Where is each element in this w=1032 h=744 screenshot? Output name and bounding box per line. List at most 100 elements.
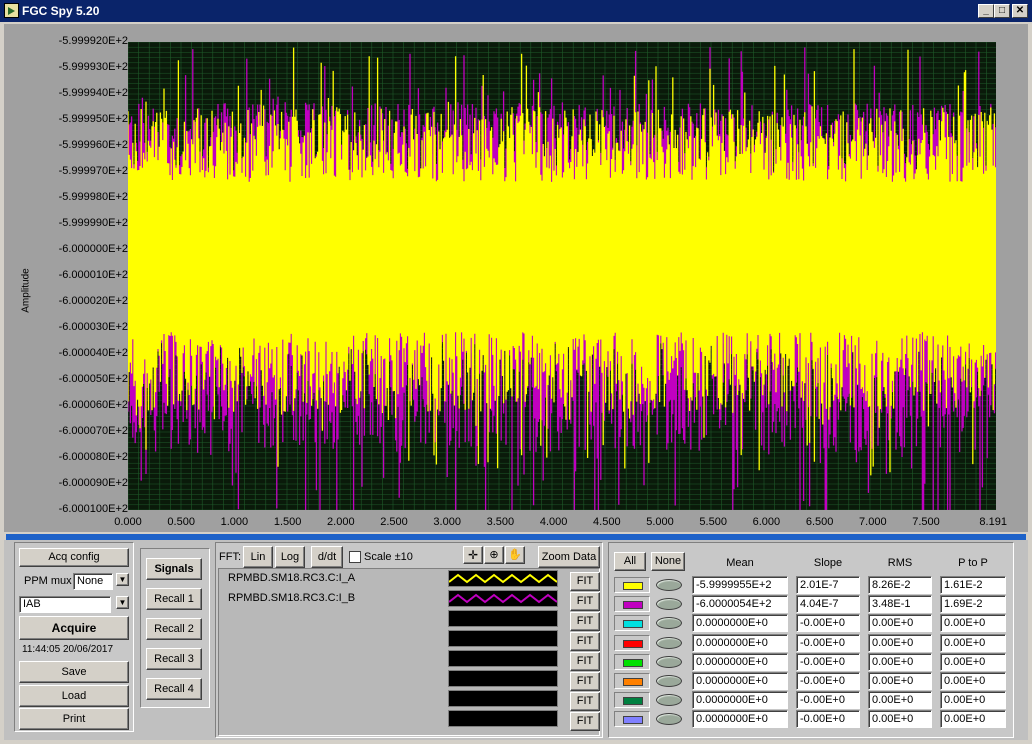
y-tick-label: -6.000020E+2 bbox=[58, 295, 128, 307]
close-button[interactable]: ✕ bbox=[1012, 4, 1028, 18]
recall-3-button[interactable]: Recall 3 bbox=[146, 648, 202, 670]
y-tick-label: -6.000060E+2 bbox=[58, 399, 128, 411]
crosshair-tool-icon[interactable]: ✛ bbox=[463, 546, 483, 564]
trace-color-swatch[interactable] bbox=[623, 582, 643, 590]
zoom-data-button[interactable]: Zoom Data bbox=[538, 546, 600, 568]
y-tick-label: -5.999970E+2 bbox=[58, 165, 128, 177]
trace-color-cell bbox=[614, 577, 650, 593]
x-tick-label: 0.000 bbox=[114, 516, 142, 528]
fit-button[interactable]: FIT bbox=[570, 632, 600, 651]
print-button[interactable]: Print bbox=[19, 708, 129, 730]
y-tick-label: -5.999960E+2 bbox=[58, 139, 128, 151]
stat-value: 2.01E-7 bbox=[796, 576, 860, 594]
signal-preview bbox=[448, 650, 558, 667]
stat-value: 1.61E-2 bbox=[940, 576, 1006, 594]
x-tick-label: 7.500 bbox=[912, 516, 940, 528]
y-tick-label: -6.000070E+2 bbox=[58, 425, 128, 437]
x-tick-label: 7.000 bbox=[859, 516, 887, 528]
fit-button[interactable]: FIT bbox=[570, 612, 600, 631]
fit-button[interactable]: FIT bbox=[570, 672, 600, 691]
zoom-tool-icon[interactable]: ⊕ bbox=[484, 546, 504, 564]
trace-color-swatch[interactable] bbox=[623, 658, 643, 667]
trace-visible-toggle[interactable] bbox=[656, 636, 682, 649]
fit-button[interactable]: FIT bbox=[570, 592, 600, 611]
stats-column-header: P to P bbox=[958, 557, 988, 569]
stat-value: -0.00E+0 bbox=[796, 710, 860, 729]
stat-value: 0.0000000E+0 bbox=[692, 710, 788, 729]
y-tick-label: -6.000100E+2 bbox=[58, 503, 128, 515]
trace-visible-toggle[interactable] bbox=[656, 655, 682, 668]
stats-column-header: Slope bbox=[813, 557, 843, 569]
derivative-button[interactable]: d/dt bbox=[311, 546, 343, 568]
signal-preview bbox=[448, 590, 558, 607]
select-none-button[interactable]: None bbox=[651, 552, 685, 571]
stat-value: 0.00E+0 bbox=[940, 672, 1006, 690]
trace-visible-toggle[interactable] bbox=[656, 675, 682, 687]
stat-value: 0.00E+0 bbox=[868, 691, 932, 710]
recall-1-button[interactable]: Recall 1 bbox=[146, 588, 202, 610]
trace-color-swatch[interactable] bbox=[623, 678, 643, 686]
signal-name: RPMBD.SM18.RC3.C:I_B bbox=[228, 592, 356, 604]
acquisition-timestamp: 11:44:05 20/06/2017 bbox=[22, 644, 114, 655]
y-tick-label: -6.000000E+2 bbox=[58, 243, 128, 255]
ppm-mux-select[interactable]: None bbox=[73, 573, 113, 590]
waveform-graph[interactable] bbox=[128, 42, 996, 510]
pan-hand-tool-icon[interactable]: ✋ bbox=[505, 546, 525, 564]
trace-color-swatch[interactable] bbox=[623, 639, 643, 648]
stat-value: 0.0000000E+0 bbox=[692, 691, 788, 710]
maximize-icon[interactable]: □ bbox=[994, 4, 1010, 18]
minimize-button[interactable]: _ bbox=[978, 4, 994, 18]
y-tick-label: -6.000010E+2 bbox=[58, 269, 128, 281]
signal-preview bbox=[448, 610, 558, 627]
labview-app-icon bbox=[4, 3, 19, 18]
x-tick-label: 0.500 bbox=[167, 516, 195, 528]
trace-color-swatch[interactable] bbox=[623, 697, 643, 706]
signal-preview bbox=[448, 630, 558, 647]
stat-value: -0.00E+0 bbox=[796, 614, 860, 633]
stat-value: 0.00E+0 bbox=[940, 691, 1006, 710]
trace-color-cell bbox=[614, 634, 650, 651]
fit-button[interactable]: FIT bbox=[570, 572, 600, 591]
trace-visible-toggle[interactable] bbox=[656, 579, 682, 591]
acq-config-button[interactable]: Acq config bbox=[19, 548, 129, 567]
ppm-mux-dropdown-icon[interactable]: ▼ bbox=[116, 573, 129, 586]
stat-value: 1.69E-2 bbox=[940, 595, 1006, 614]
signals-button[interactable]: Signals bbox=[146, 558, 202, 580]
recall-2-button[interactable]: Recall 2 bbox=[146, 618, 202, 640]
save-button[interactable]: Save bbox=[19, 661, 129, 683]
x-tick-label: 1.000 bbox=[220, 516, 249, 528]
signal-preview bbox=[448, 670, 558, 687]
stat-value: 0.00E+0 bbox=[868, 614, 932, 633]
trace-color-swatch[interactable] bbox=[623, 620, 643, 629]
scale-x10-checkbox[interactable] bbox=[349, 551, 361, 563]
trace-color-swatch[interactable] bbox=[623, 716, 643, 725]
acquire-button[interactable]: Acquire bbox=[19, 616, 129, 640]
x-tick-label: 3.000 bbox=[433, 516, 461, 528]
trace-color-swatch[interactable] bbox=[623, 601, 643, 610]
select-all-button[interactable]: All bbox=[614, 552, 646, 571]
signal-preview-trace bbox=[448, 573, 558, 584]
x-tick-label: 5.000 bbox=[646, 516, 674, 528]
fft-log-button[interactable]: Log bbox=[275, 546, 305, 568]
signal-select[interactable]: IAB bbox=[19, 596, 111, 613]
signal-preview bbox=[448, 710, 558, 727]
signal-preview bbox=[448, 570, 558, 587]
fit-button[interactable]: FIT bbox=[570, 652, 600, 671]
stat-value: 0.00E+0 bbox=[868, 710, 932, 729]
stat-value: 0.00E+0 bbox=[940, 652, 1006, 671]
x-tick-label: 8.191 bbox=[979, 516, 1007, 528]
recall-4-button[interactable]: Recall 4 bbox=[146, 678, 202, 700]
stat-value: 0.0000000E+0 bbox=[692, 672, 788, 690]
stat-value: -0.00E+0 bbox=[796, 672, 860, 690]
stat-value: 0.0000000E+0 bbox=[692, 652, 788, 671]
scale-x10-label: Scale ±10 bbox=[364, 551, 413, 563]
load-button[interactable]: Load bbox=[19, 685, 129, 707]
signal-dropdown-icon[interactable]: ▼ bbox=[116, 596, 129, 609]
fit-button[interactable]: FIT bbox=[570, 692, 600, 711]
trace-color-cell bbox=[614, 596, 650, 613]
trace-color-cell bbox=[614, 615, 650, 632]
x-tick-label: 2.500 bbox=[380, 516, 408, 528]
stat-value: 0.00E+0 bbox=[868, 633, 932, 652]
fft-lin-button[interactable]: Lin bbox=[243, 546, 273, 568]
fit-button[interactable]: FIT bbox=[570, 712, 600, 731]
